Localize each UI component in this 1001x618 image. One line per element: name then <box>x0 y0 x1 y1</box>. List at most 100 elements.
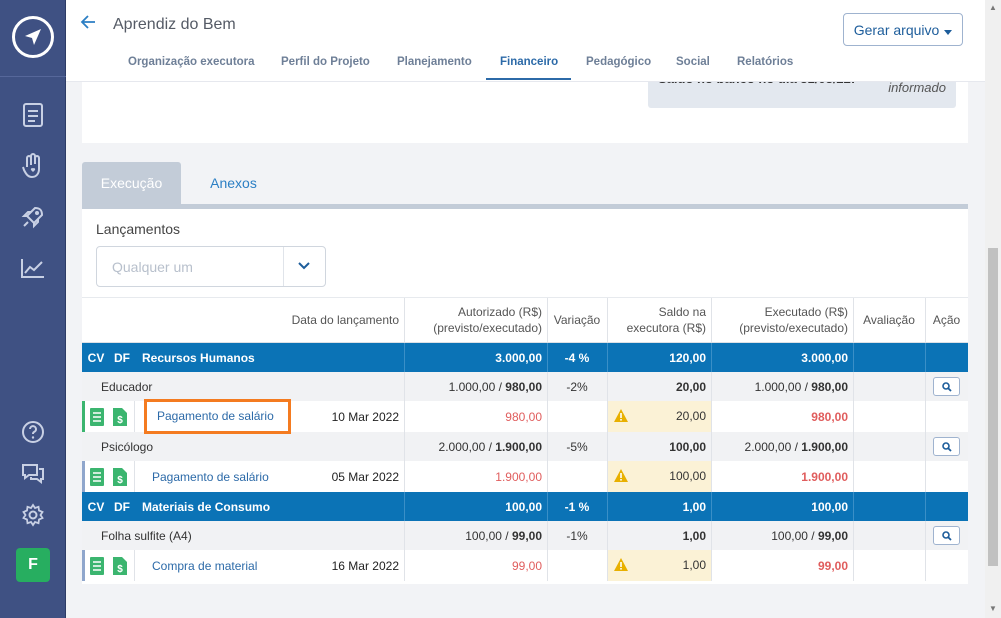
launch-balance: 100,00 <box>669 469 706 483</box>
settings-icon[interactable] <box>19 501 47 529</box>
chevron-down-icon[interactable] <box>297 259 311 278</box>
tab-execucao[interactable]: Execução <box>82 162 181 204</box>
item-variation: -1% <box>566 528 588 543</box>
launch-authorized: 980,00 <box>505 409 542 424</box>
back-arrow-icon[interactable] <box>80 14 96 35</box>
tab-relatorios[interactable]: Relatórios <box>737 56 793 68</box>
tab-pedagogico[interactable]: Pedagógico <box>586 56 651 68</box>
document-icon[interactable] <box>19 101 47 129</box>
money-doc-icon[interactable]: $ <box>110 461 130 492</box>
money-doc-icon[interactable]: $ <box>110 550 130 581</box>
launch-balance-cell: 20,00 <box>608 401 711 432</box>
launch-filter-select[interactable]: Qualquer um <box>96 246 326 287</box>
item-auth-executed: 99,00 <box>511 528 542 543</box>
launch-row: $ Compra de material 16 Mar 2022 99,00 1… <box>82 550 968 581</box>
item-authorized: 1.000,00 / 980,00 <box>404 372 547 401</box>
receipt-icon[interactable] <box>88 401 106 432</box>
budget-item-row: Psicólogo 2.000,00 / 1.900,00 -5% 100,00… <box>82 432 968 461</box>
cv-label: CV <box>87 499 105 514</box>
receipt-icon[interactable] <box>88 461 106 492</box>
launch-authorized: 99,00 <box>511 558 542 573</box>
category-authorized: 100,00 <box>505 499 542 514</box>
money-doc-icon[interactable]: $ <box>110 401 130 432</box>
launch-executed: 980,00 <box>811 409 848 424</box>
chat-icon[interactable] <box>19 459 47 487</box>
item-exec-planned: 100,00 / <box>771 528 815 543</box>
vertical-scrollbar[interactable]: ▲ ▼ <box>985 0 1001 618</box>
tab-perfil[interactable]: Perfil do Projeto <box>281 56 370 68</box>
tab-organizacao[interactable]: Organização executora <box>128 56 255 68</box>
item-exec-planned: 2.000,00 / <box>744 439 798 454</box>
item-executed: 2.000,00 / 1.900,00 <box>711 432 853 461</box>
item-variation: -2% <box>566 379 588 394</box>
search-icon <box>941 530 952 541</box>
item-name: Psicólogo <box>101 439 154 454</box>
launch-date: 16 Mar 2022 <box>331 558 399 573</box>
launch-executed: 99,00 <box>817 558 848 573</box>
item-auth-planned: 2.000,00 / <box>438 439 492 454</box>
help-icon[interactable] <box>19 418 47 446</box>
category-name: Materiais de Consumo <box>142 499 271 514</box>
search-icon <box>941 441 952 452</box>
avatar[interactable]: F <box>16 548 50 582</box>
category-name: Recursos Humanos <box>142 350 255 365</box>
hand-heart-icon[interactable] <box>19 152 47 180</box>
tab-social[interactable]: Social <box>676 56 710 68</box>
header-action: Ação <box>932 313 961 327</box>
launch-date: 10 Mar 2022 <box>331 409 399 424</box>
category-variation: -1 % <box>564 499 590 514</box>
category-balance: 120,00 <box>669 350 706 365</box>
item-auth-planned: 1.000,00 / <box>448 379 502 394</box>
item-exec-executed: 99,00 <box>817 528 848 543</box>
category-executed: 3.000,00 <box>801 350 848 365</box>
scroll-thumb[interactable] <box>988 248 998 566</box>
launch-description-link[interactable]: Compra de material <box>152 550 292 581</box>
tab-anexos[interactable]: Anexos <box>181 162 286 204</box>
select-divider <box>283 247 284 286</box>
launch-description-link-highlighted[interactable]: Pagamento de salário <box>157 409 274 423</box>
launch-balance: 1,00 <box>682 558 706 572</box>
item-name: Educador <box>101 379 153 394</box>
launch-row: $ Pagamento de salário 05 Mar 2022 1.900… <box>82 461 968 492</box>
header-evaluation: Avaliação <box>863 313 915 327</box>
item-exec-executed: 980,00 <box>811 379 848 394</box>
item-action <box>925 372 968 401</box>
receipt-icon[interactable] <box>88 550 106 581</box>
category-row: CV DF Recursos Humanos 3.000,00 -4 % 120… <box>82 343 968 372</box>
sidebar: F <box>0 0 66 618</box>
generate-file-button[interactable]: Gerar arquivo <box>843 13 963 46</box>
item-exec-planned: 1.000,00 / <box>754 379 808 394</box>
warning-icon <box>614 409 628 425</box>
search-icon <box>941 381 952 392</box>
df-label: DF <box>114 499 130 514</box>
category-row: CV DF Materiais de Consumo 100,00 -1 % 1… <box>82 492 968 521</box>
header-date: Data do lançamento <box>291 313 399 327</box>
view-details-button[interactable] <box>933 437 960 456</box>
budget-item-row: Folha sulfite (A4) 100,00 / 99,00 -1% 1,… <box>82 521 968 550</box>
tab-planejamento[interactable]: Planejamento <box>397 56 472 68</box>
caret-down-icon <box>944 22 953 38</box>
execution-card: Lançamentos Qualquer um Data do lançamen… <box>82 209 968 584</box>
category-executed: 100,00 <box>811 499 848 514</box>
scroll-up-icon[interactable]: ▲ <box>989 3 997 12</box>
main-content: Saldo no banco no dia 31/03/22: informad… <box>66 0 985 618</box>
rocket-icon[interactable] <box>19 203 47 231</box>
logo-icon[interactable] <box>12 16 54 58</box>
status-bar <box>82 461 85 492</box>
item-exec-executed: 1.900,00 <box>801 439 848 454</box>
chart-icon[interactable] <box>19 254 47 282</box>
df-label: DF <box>114 350 130 365</box>
scroll-down-icon[interactable]: ▼ <box>989 604 997 613</box>
tab-financeiro[interactable]: Financeiro <box>500 56 558 68</box>
launch-date: 05 Mar 2022 <box>331 469 399 484</box>
svg-text:$: $ <box>117 564 123 575</box>
sidebar-divider <box>0 76 66 77</box>
page-header: Aprendiz do Bem Gerar arquivo Organizaçã… <box>66 0 985 82</box>
header-authorized: Autorizado (R$) (previsto/executado) <box>433 305 542 335</box>
view-details-button[interactable] <box>933 377 960 396</box>
status-bar <box>82 550 85 581</box>
launch-description-link[interactable]: Pagamento de salário <box>152 461 292 492</box>
item-variation: -5% <box>566 439 588 454</box>
view-details-button[interactable] <box>933 526 960 545</box>
active-tab-indicator <box>486 78 571 80</box>
